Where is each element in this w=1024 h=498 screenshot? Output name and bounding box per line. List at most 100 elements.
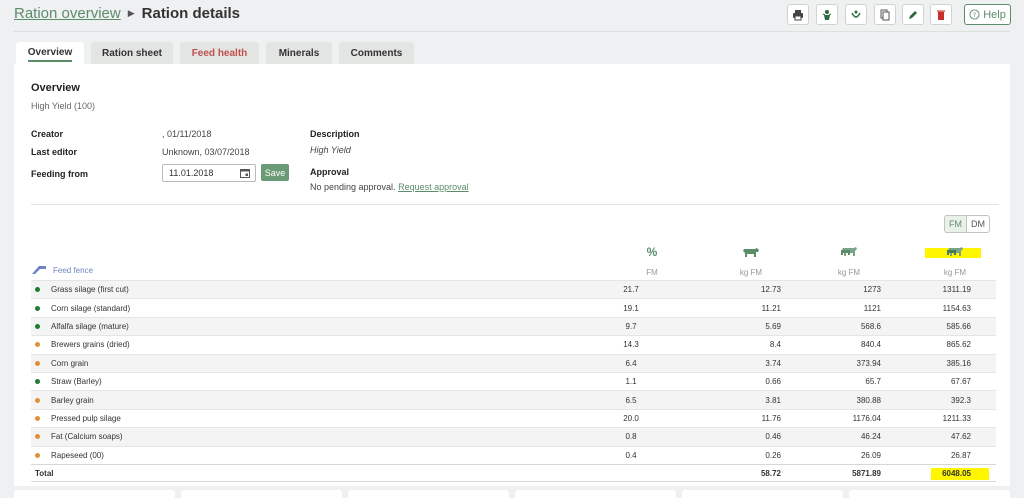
feed-analysis-button[interactable]: [845, 4, 867, 25]
save-button[interactable]: Save: [261, 164, 289, 181]
bottom-card: [348, 490, 509, 498]
copy-icon: [880, 9, 890, 20]
total-kg-herd: 5871.89: [852, 468, 881, 478]
bottom-card: [849, 490, 1010, 498]
total-kg-cow: 58.72: [760, 468, 781, 478]
column-unit-herd: kg FM: [837, 268, 861, 277]
animal-group-button[interactable]: [816, 4, 838, 25]
header-divider: [14, 31, 1010, 32]
edit-button[interactable]: [902, 4, 924, 25]
cell-percent: 0.4: [625, 450, 637, 460]
feed-name: Straw (Barley): [51, 377, 102, 387]
cell-percent: 20.0: [623, 413, 639, 423]
table-row[interactable]: Corn silage (standard) 19.1 11.21 1121 1…: [31, 298, 996, 316]
bottom-card: [515, 490, 676, 498]
basis-toggle[interactable]: FM DM: [944, 215, 990, 233]
cell-percent: 21.7: [623, 285, 639, 295]
tab-ration-sheet[interactable]: Ration sheet: [91, 42, 173, 64]
breadcrumb: Ration overview ▶ Ration details: [14, 5, 240, 22]
delete-button[interactable]: [930, 4, 952, 25]
feeding-from-label: Feeding from: [31, 169, 89, 179]
total-label: Total: [35, 468, 54, 478]
table-row[interactable]: Barley grain 6.5 3.81 380.88 392.3: [31, 390, 996, 409]
tab-ration-sheet-label: Ration sheet: [101, 47, 162, 59]
cell-kg-herd-mixed: 67.67: [950, 377, 971, 387]
table-row[interactable]: Grass silage (first cut) 21.7 12.73 1273…: [31, 280, 996, 299]
status-dot: [35, 397, 40, 403]
total-kg-herd-mixed: 6048.05: [942, 468, 971, 478]
approval-label: Approval: [310, 167, 350, 177]
tab-minerals-label: Minerals: [278, 47, 320, 59]
page-title: Ration details: [141, 5, 240, 22]
calendar-icon[interactable]: [240, 168, 250, 178]
print-button[interactable]: [787, 4, 809, 25]
svg-text:?: ?: [973, 11, 976, 19]
breadcrumb-separator-icon: ▶: [127, 8, 135, 18]
feed-fence-label: Feed fence: [53, 265, 94, 275]
feed-name: Pressed pulp silage: [51, 413, 121, 423]
status-dot: [35, 287, 40, 293]
table-row[interactable]: Rapeseed (00) 0.4 0.26 26.09 26.87: [31, 445, 996, 464]
cell-kg-herd: 568.6: [860, 321, 881, 331]
table-row[interactable]: Corn grain 6.4 3.74 373.94 385.16: [31, 353, 996, 372]
feed-name: Corn silage (standard): [51, 303, 131, 313]
last-editor-value: Unknown, 03/07/2018: [162, 147, 250, 157]
cell-kg-cow: 11.76: [761, 413, 781, 423]
cell-kg-cow: 3.74: [765, 358, 781, 368]
cell-percent: 6.5: [625, 395, 637, 405]
edit-icon: [909, 10, 917, 19]
cell-kg-herd: 1273: [863, 285, 881, 295]
cell-kg-cow: 11.21: [761, 303, 781, 313]
table-row[interactable]: Alfalfa silage (mature) 9.7 5.69 568.6 5…: [31, 316, 996, 336]
breadcrumb-ration-overview-link[interactable]: Ration overview: [14, 5, 121, 22]
feed-analysis-icon: [851, 10, 861, 18]
ration-name: High Yield (100): [31, 101, 96, 111]
feed-name: Brewers grains (dried): [51, 340, 130, 350]
request-approval-link[interactable]: Request approval: [398, 182, 469, 192]
cell-kg-herd-mixed: 1211.33: [942, 413, 971, 423]
section-divider: [31, 204, 999, 205]
column-unit-percent: FM: [646, 268, 658, 277]
approval-status: No pending approval. Request approval: [310, 182, 469, 192]
feed-fence-link[interactable]: Feed fence: [31, 265, 93, 275]
total-row: Total 58.72 5871.89 6048.05: [31, 463, 996, 483]
cell-percent: 1.1: [625, 377, 637, 387]
column-unit-cow: kg FM: [739, 268, 763, 277]
cell-kg-herd: 1176.04: [852, 413, 881, 423]
cell-kg-herd-mixed: 385.16: [946, 358, 971, 368]
cell-kg-cow: 0.46: [765, 432, 781, 442]
status-dot: [35, 342, 40, 348]
tab-overview[interactable]: Overview: [16, 42, 84, 66]
cell-kg-herd: 380.88: [856, 395, 881, 405]
last-editor-label: Last editor: [31, 147, 78, 157]
approval-text: No pending approval.: [310, 182, 396, 192]
feed-fence-icon: [32, 266, 46, 274]
tab-comments[interactable]: Comments: [339, 42, 414, 64]
fm-toggle-option[interactable]: FM: [945, 216, 967, 232]
feeding-from-date-input[interactable]: 11.01.2018: [162, 164, 256, 182]
help-button[interactable]: ? Help: [964, 4, 1011, 25]
feed-name: Barley grain: [51, 395, 94, 405]
feed-name: Fat (Calcium soaps): [51, 432, 123, 442]
cow-icon: [736, 245, 766, 259]
table-row[interactable]: Pressed pulp silage 20.0 11.76 1176.04 1…: [31, 408, 996, 427]
bottom-card: [181, 490, 342, 498]
copy-button[interactable]: [874, 4, 896, 25]
cell-kg-cow: 0.66: [765, 377, 781, 387]
column-unit-herd-mixed: kg FM: [943, 268, 967, 277]
feed-name: Rapeseed (00): [51, 450, 104, 460]
cell-kg-cow: 5.69: [765, 321, 781, 331]
print-icon: [793, 9, 803, 20]
table-row[interactable]: Brewers grains (dried) 14.3 8.4 840.4 86…: [31, 335, 996, 353]
description-value: High Yield: [310, 145, 351, 155]
status-dot: [35, 452, 40, 458]
table-row[interactable]: Fat (Calcium soaps) 0.8 0.46 46.24 47.62: [31, 427, 996, 446]
cell-kg-herd-mixed: 1311.19: [942, 285, 971, 295]
cell-kg-herd: 1121: [863, 303, 881, 313]
tab-minerals[interactable]: Minerals: [266, 42, 332, 64]
tab-feed-health[interactable]: Feed health: [180, 42, 259, 64]
dm-toggle-option[interactable]: DM: [967, 216, 989, 232]
table-row[interactable]: Straw (Barley) 1.1 0.66 65.7 67.67: [31, 371, 996, 390]
tab-overview-label: Overview: [27, 47, 73, 62]
status-dot: [35, 415, 40, 421]
